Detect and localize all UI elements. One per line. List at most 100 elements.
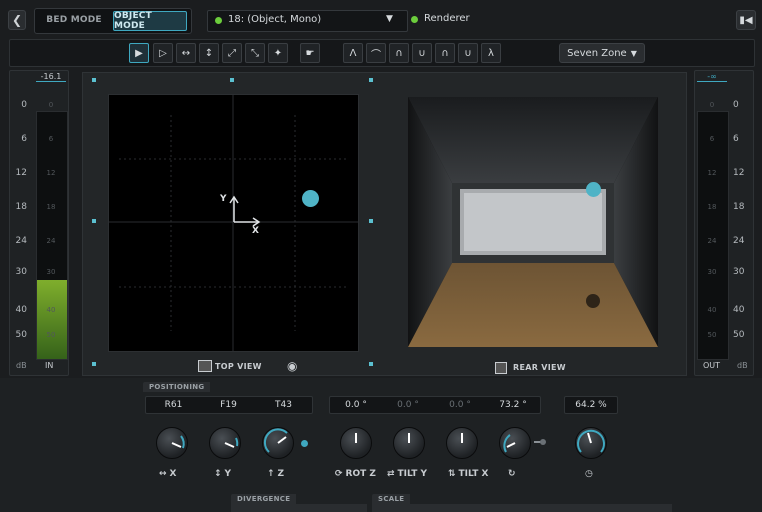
rotation-z-knob[interactable] [340, 427, 372, 459]
rear-view-canvas[interactable] [408, 97, 658, 347]
horizontal-move-icon[interactable]: ↔ [176, 43, 196, 63]
curve-split-icon[interactable]: λ [481, 43, 501, 63]
track-select[interactable]: 18: (Object, Mono) ▼ [207, 10, 408, 32]
bed-mode-button[interactable]: BED MODE [39, 12, 109, 28]
zone-field-r[interactable]: R61 [146, 397, 201, 413]
skip-end-icon: ▮◀ [739, 14, 753, 26]
timer-icon: ◷ [585, 469, 593, 479]
divergence-tab[interactable]: DIVERGENCE [231, 494, 297, 504]
y-knob-label: ↕ Y [214, 469, 232, 479]
cube-icon [198, 360, 212, 372]
up-arrow-icon: ↑ [267, 469, 275, 479]
hand-tool-icon[interactable]: ☛ [300, 43, 320, 63]
renderer-label: Renderer [424, 13, 470, 24]
track-label: 18: (Object, Mono) [228, 14, 322, 25]
rotation-field[interactable]: 0.0 ° [434, 397, 486, 413]
input-scale-tick-inner: 6 [48, 135, 54, 143]
vertical-move-icon[interactable]: ↕ [199, 43, 219, 63]
pointer-vertical-icon[interactable]: ✦ [268, 43, 288, 63]
top-view-canvas[interactable]: Y X [108, 94, 359, 352]
curve-peak-icon[interactable]: Λ [343, 43, 363, 63]
output-peak-bar [697, 81, 727, 82]
rotation-field[interactable]: 0.0 ° [382, 397, 434, 413]
object-mode-button[interactable]: OBJECT MODE [113, 11, 187, 31]
curve-arch-icon[interactable]: ∩ [389, 43, 409, 63]
input-scale-tick: 18 [15, 202, 27, 212]
positioning-section-tab: POSITIONING [143, 382, 211, 392]
dropdown-arrow-icon: ▼ [630, 48, 637, 58]
output-scale-tick: 30 [733, 267, 745, 277]
output-meter-panel: -∞ 0 0 6 6 12 12 18 18 24 24 30 30 40 40 50 50 OUT dB [694, 70, 754, 376]
resize-handle[interactable] [230, 78, 234, 82]
vertical-arrows-icon: ↕ [214, 469, 222, 479]
horizontal-arrows-icon: ↔ [159, 469, 167, 479]
size-field[interactable]: 64.2 % [565, 397, 617, 413]
spread-knob-label: ↻ [508, 469, 516, 479]
output-scale-tick: 24 [733, 236, 745, 246]
curve-hill-icon[interactable]: ∩ [435, 43, 455, 63]
tilt-y-knob[interactable] [393, 427, 425, 459]
output-scale-tick: 18 [733, 202, 745, 212]
diagonal-move-icon[interactable]: ⤢ [222, 43, 242, 63]
size-knob[interactable] [575, 427, 607, 459]
chevron-left-icon: ❮ [11, 13, 23, 27]
resize-handle[interactable] [369, 219, 373, 223]
input-scale-tick: 0 [21, 100, 27, 110]
divergence-panel [231, 504, 367, 512]
diagonal-move-alt-icon[interactable]: ⤡ [245, 43, 265, 63]
object-position-dot[interactable] [586, 182, 601, 197]
input-scale-tick: 40 [15, 305, 27, 315]
eye-icon[interactable]: ◉ [287, 359, 297, 373]
top-bar: ❮ BED MODE OBJECT MODE 18: (Object, Mono… [0, 0, 762, 36]
spread-link-indicator[interactable] [540, 439, 546, 445]
input-level-fill [37, 280, 67, 359]
x-position-knob[interactable] [156, 427, 188, 459]
input-unit-label: dB [16, 361, 27, 370]
resize-handle[interactable] [92, 219, 96, 223]
z-position-knob[interactable] [262, 427, 294, 459]
tilt-vertical-icon: ⇅ [448, 469, 456, 479]
scale-panel [372, 504, 672, 512]
zone-field-t[interactable]: T43 [256, 397, 311, 413]
mode-switch: BED MODE OBJECT MODE [34, 8, 192, 34]
resize-handle[interactable] [92, 78, 96, 82]
input-scale-tick-inner: 24 [46, 237, 56, 245]
input-scale-tick: 30 [15, 267, 27, 277]
output-unit-label: dB [737, 361, 748, 370]
spread-knob[interactable] [499, 427, 531, 459]
select-tool-icon[interactable]: ▶ [129, 43, 149, 63]
input-scale-tick-inner: 0 [48, 101, 54, 109]
output-scale-tick: 12 [733, 168, 745, 178]
skip-end-button[interactable]: ▮◀ [736, 10, 756, 30]
input-scale-tick-inner: 18 [46, 203, 56, 211]
object-position-dot[interactable] [302, 190, 319, 207]
z-link-indicator[interactable] [301, 440, 308, 447]
renderer-status[interactable]: Renderer [408, 10, 472, 30]
x-axis-label: X [252, 226, 259, 236]
pointer-outline-tool-icon[interactable]: ▷ [153, 43, 173, 63]
output-scale-tick-inner: 24 [707, 237, 717, 245]
rotation-field[interactable]: 73.2 ° [486, 397, 540, 413]
output-scale-tick-inner: 0 [709, 101, 715, 109]
rotation-field[interactable]: 0.0 ° [330, 397, 382, 413]
tilt-x-knob[interactable] [446, 427, 478, 459]
input-level-meter [36, 111, 68, 360]
output-scale-tick: 0 [733, 100, 739, 110]
y-position-knob[interactable] [209, 427, 241, 459]
curve-valley-icon[interactable]: ∪ [458, 43, 478, 63]
x-knob-label: ↔ X [159, 469, 177, 479]
curve-step-icon[interactable]: ⌒ [366, 43, 386, 63]
resize-handle[interactable] [369, 78, 373, 82]
back-button[interactable]: ❮ [8, 10, 26, 30]
curve-bowl-icon[interactable]: ∪ [412, 43, 432, 63]
scale-tab[interactable]: SCALE [372, 494, 411, 504]
output-scale-tick: 40 [733, 305, 745, 315]
z-knob-label: ↑ Z [267, 469, 285, 479]
resize-handle[interactable] [92, 362, 96, 366]
size-knob-label: ◷ [585, 469, 593, 479]
zone-field-f[interactable]: F19 [201, 397, 256, 413]
zone-select[interactable]: Seven Zone ▼ [559, 43, 645, 63]
resize-handle[interactable] [369, 362, 373, 366]
input-scale-tick: 6 [21, 134, 27, 144]
output-peak-value: -∞ [707, 72, 717, 81]
